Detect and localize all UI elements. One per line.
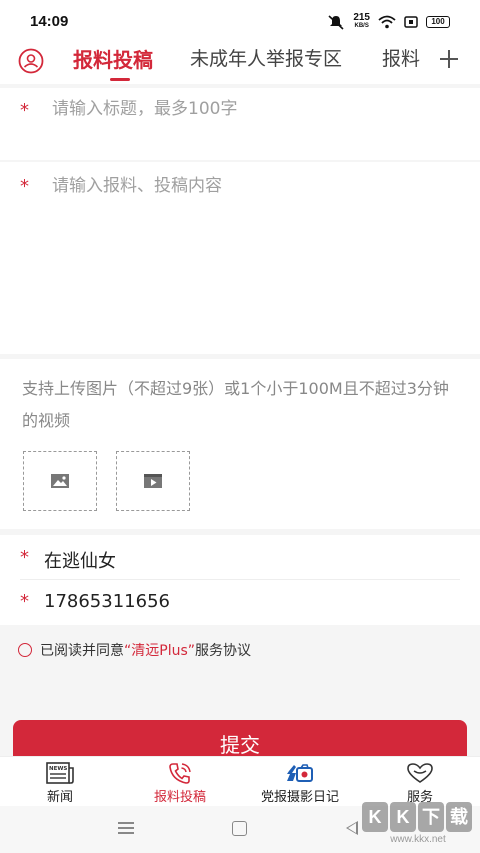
heart-service-icon [407,763,433,783]
tab-bar: 报料投稿 未成年人举报专区 报料 [0,40,480,84]
required-mark: * [20,591,29,612]
agreement-prefix: 已阅读并同意 [40,643,124,659]
nav-item-report[interactable]: 报料投稿 [120,761,240,805]
watermark-badge: 下 [418,802,444,832]
nav-label-photo-diary: 党报摄影日记 [260,790,339,805]
watermark-badge: K [390,802,416,832]
agreement-row: 已阅读并同意 “清远Plus” 服务协议 [18,641,251,659]
recent-apps-icon[interactable] [118,822,134,834]
upload-section: 支持上传图片（不超过9张）或1个小于100M且不超过3分钟的视频 [0,359,480,529]
nav-item-service[interactable]: 服务 [360,761,480,805]
add-channel-icon[interactable] [436,44,462,74]
report-phone-icon [169,763,191,784]
name-input[interactable]: 在逃仙女 [44,547,116,573]
back-icon[interactable] [346,821,358,835]
tab-report-submission[interactable]: 报料投稿 [73,44,153,73]
upload-tip: 支持上传图片（不超过9张）或1个小于100M且不超过3分钟的视频 [22,379,449,430]
required-mark: * [20,176,29,197]
mute-bell-icon [328,15,344,30]
screen-record-icon [404,16,418,28]
status-icons: 215 KB/S 100 [327,13,450,31]
user-profile-icon[interactable] [18,48,44,74]
nav-item-photo-diary[interactable]: 党报摄影日记 [240,761,360,805]
agreement-link[interactable]: “清远Plus” [124,640,195,660]
watermark-badge: 载 [446,802,472,832]
upload-video-button[interactable] [116,451,190,511]
phone-input[interactable]: 17865311656 [44,591,170,612]
agreement-checkbox[interactable] [18,643,32,657]
content-textarea[interactable]: 请输入报料、投稿内容 [52,171,222,196]
watermark-badges: K K 下 载 [362,802,474,832]
active-tab-indicator [110,78,130,81]
nav-item-news[interactable]: NEWS 新闻 [0,761,120,805]
nav-label-news: 新闻 [46,790,73,805]
video-icon [144,474,162,488]
field-divider [20,579,460,580]
network-speed: 215 KB/S [353,12,370,30]
news-icon: NEWS [46,762,74,784]
watermark: K K 下 载 www.kkx.net [362,802,474,852]
title-input[interactable]: 请输入标题，最多100字 [52,94,237,119]
bottom-nav: NEWS 新闻 报料投稿 党报摄影日记 服务 [0,756,480,806]
image-icon [51,474,69,488]
upload-image-button[interactable] [23,451,97,511]
net-speed-unit: KB/S [354,23,369,29]
required-mark: * [20,547,29,568]
tab-report-more[interactable]: 报料 [382,44,420,71]
net-speed-value: 215 [353,12,370,23]
contact-section: * 在逃仙女 * 17865311656 [0,535,480,625]
watermark-url: www.kkx.net [390,834,446,845]
watermark-badge: K [362,802,388,832]
nav-label-report: 报料投稿 [153,790,206,805]
status-time: 14:09 [30,13,69,30]
agreement-suffix: 服务协议 [195,643,252,659]
photo-diary-icon [287,764,313,782]
tab-fade [416,40,438,84]
wifi-icon [378,15,396,29]
tab-minor-report[interactable]: 未成年人举报专区 [190,44,342,71]
content-field-section: * 请输入报料、投稿内容 [0,162,480,354]
title-field-section: * 请输入标题，最多100字 [0,88,480,160]
status-bar: 14:09 215 KB/S 100 [0,0,480,40]
svg-text:NEWS: NEWS [49,766,67,772]
battery-indicator: 100 [426,16,450,28]
home-icon[interactable] [232,821,247,836]
required-mark: * [20,100,29,121]
